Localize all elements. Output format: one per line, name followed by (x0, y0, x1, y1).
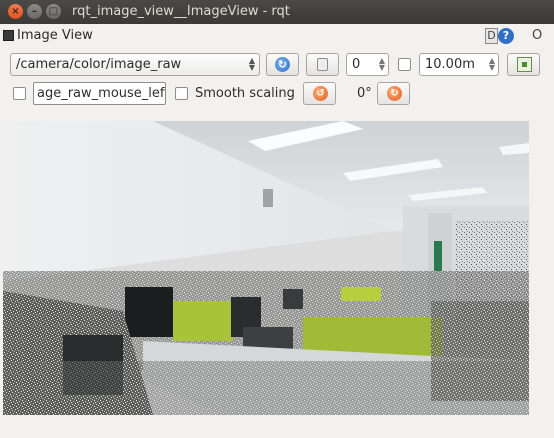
window-title: rqt_image_view__ImageView - rqt (72, 4, 290, 19)
dock-toggle-button[interactable]: D (485, 28, 498, 44)
topic-select[interactable]: /camera/color/image_raw ▲ ▼ (10, 53, 260, 76)
plugin-title: Image View (17, 28, 93, 43)
status-bar (0, 418, 554, 438)
pause-button[interactable] (306, 53, 339, 76)
max-depth-value: 10.00m (425, 57, 475, 72)
smooth-scaling-label: Smooth scaling (195, 86, 295, 101)
title-bar: × – □ rqt_image_view__ImageView - rqt (0, 0, 554, 24)
save-icon (517, 57, 532, 72)
camera-image (3, 121, 529, 415)
dock-grip-icon[interactable] (3, 30, 14, 41)
app-window: × – □ rqt_image_view__ImageView - rqt Im… (0, 0, 554, 438)
mouse-topic-input[interactable]: age_raw_mouse_left (33, 82, 166, 105)
pause-icon (317, 58, 328, 71)
topic-select-value: /camera/color/image_raw (16, 57, 182, 72)
camera-image-view[interactable] (3, 121, 529, 415)
close-window-button[interactable]: × (8, 4, 23, 19)
maximize-window-button[interactable]: □ (46, 4, 61, 19)
help-icon[interactable]: ? (498, 28, 514, 44)
rotate-left-button[interactable]: ↺ (303, 82, 336, 105)
rotate-right-button[interactable]: ↻ (377, 82, 410, 105)
smooth-scaling-checkbox[interactable] (175, 87, 188, 100)
max-depth-spinbox[interactable]: 10.00m ▲ ▼ (419, 53, 499, 76)
rotate-right-icon: ↻ (387, 86, 402, 101)
refresh-icon: ↻ (275, 57, 290, 72)
spin-arrows-icon[interactable]: ▲ ▼ (489, 57, 495, 72)
rotation-value: 0° (357, 86, 372, 101)
spin-arrows-icon[interactable]: ▲ ▼ (379, 57, 385, 72)
depth-checkbox[interactable] (398, 58, 411, 71)
rotation-spinbox-value: 0 (352, 57, 361, 72)
mouse-topic-value: age_raw_mouse_left (37, 86, 166, 101)
rotate-left-icon: ↺ (313, 86, 328, 101)
options-button[interactable]: O (532, 28, 546, 44)
chevron-up-down-icon: ▲ ▼ (248, 56, 255, 72)
save-image-button[interactable] (507, 53, 540, 76)
plugin-header: Image View D ? O (0, 24, 554, 48)
publish-mouse-checkbox[interactable] (13, 87, 26, 100)
rotation-spinbox[interactable]: 0 ▲ ▼ (346, 53, 389, 76)
minimize-window-button[interactable]: – (27, 4, 42, 19)
refresh-topics-button[interactable]: ↻ (266, 53, 299, 76)
